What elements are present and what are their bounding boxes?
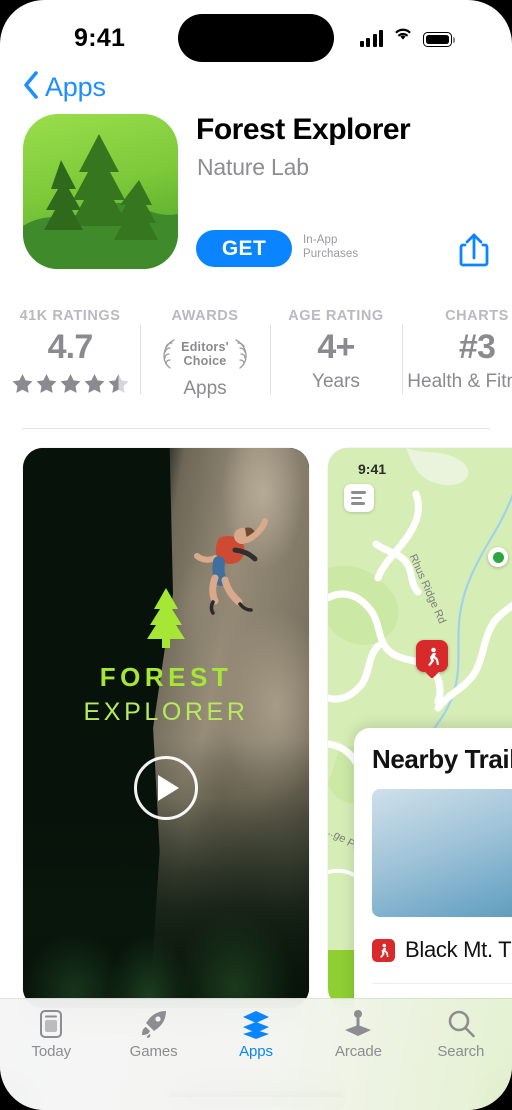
share-icon	[454, 233, 494, 274]
map-preview-card[interactable]: 9:41 Rhus Ridge Rd ...ge Pond Ln	[328, 448, 512, 1008]
play-triangle	[158, 775, 179, 801]
app-header: Forest Explorer Nature Lab GET In-App Pu…	[0, 110, 512, 280]
hiker-badge-icon	[372, 938, 395, 962]
tab-search[interactable]: Search	[410, 1009, 512, 1060]
hiker-pin-icon[interactable]	[416, 640, 448, 672]
tab-label: Today	[31, 1043, 71, 1060]
back-button-label: Apps	[45, 72, 106, 102]
rock-climber-figure	[185, 510, 271, 640]
magnifier-icon	[446, 1009, 476, 1039]
status-bar-indicators	[359, 25, 455, 47]
tab-label: Arcade	[334, 1043, 382, 1060]
tab-label: Games	[129, 1043, 178, 1060]
video-hero-background: FOREST EXPLORER	[23, 448, 309, 1008]
video-preview-card[interactable]: FOREST EXPLORER	[23, 448, 309, 1008]
stat-ratings[interactable]: 41K RATINGS 4.7	[0, 308, 140, 408]
editors-choice-line-2: Choice	[183, 354, 227, 368]
wifi-icon	[392, 25, 414, 47]
tab-apps[interactable]: Apps	[205, 1009, 307, 1060]
map-canvas[interactable]: 9:41 Rhus Ridge Rd ...ge Pond Ln	[328, 448, 512, 1008]
trail-row[interactable]: Black Mt. Trail Distance 7.6MI	[372, 917, 512, 984]
stat-charts[interactable]: CHARTS #3 Health & Fitness	[402, 308, 512, 408]
stat-label: AGE RATING	[288, 308, 384, 324]
iphone-screen: 9:41 Apps Forest Explorer Nature Lab GET…	[0, 0, 512, 1110]
section-divider	[22, 428, 490, 429]
editors-choice-line-1: Editors'	[181, 340, 229, 354]
stat-value: #3	[458, 328, 496, 366]
iap-line-1: In-App	[303, 234, 338, 246]
stat-sub: Apps	[183, 378, 227, 399]
joystick-icon	[343, 1009, 373, 1039]
stat-sub: Years	[312, 371, 360, 392]
tab-label: Apps	[239, 1043, 273, 1060]
forest-explorer-app-icon[interactable]	[23, 114, 178, 269]
app-stats-row: 41K RATINGS 4.7 AWARDS Editors' Choice A…	[0, 308, 512, 408]
stat-awards[interactable]: AWARDS Editors' Choice Apps	[140, 308, 270, 408]
stacked-layers-icon	[241, 1009, 271, 1039]
share-button[interactable]	[454, 228, 494, 270]
star-rating	[12, 374, 129, 394]
nearby-trails-sheet: Nearby Trails	[354, 728, 512, 1008]
editors-choice-badge: Editors' Choice	[160, 336, 250, 372]
nearby-trails-title: Nearby Trails	[372, 744, 512, 774]
stat-label: 41K RATINGS	[19, 308, 121, 324]
battery-icon	[423, 32, 455, 47]
stat-sub: Health & Fitness	[407, 371, 512, 392]
map-inner-status-time: 9:41	[358, 461, 387, 477]
status-bar-time: 9:41	[74, 24, 126, 52]
forest-treeline	[23, 798, 309, 1008]
tab-games[interactable]: Games	[102, 1009, 204, 1060]
app-developer: Nature Lab	[197, 154, 309, 180]
climber-silhouette-photo	[372, 789, 512, 917]
back-button[interactable]: Apps	[22, 70, 106, 105]
tab-bar: Today Games Apps Arcade Search	[0, 998, 512, 1110]
dynamic-island	[178, 14, 334, 62]
half-star-icon	[108, 374, 128, 393]
tab-today[interactable]: Today	[0, 1009, 102, 1060]
laurel-right-icon	[235, 339, 247, 369]
in-app-purchases-note: In-App Purchases	[303, 233, 358, 261]
stat-value: 4+	[317, 328, 355, 366]
laurel-left-icon	[163, 339, 175, 369]
trail-name: Black Mt. Trail	[405, 937, 512, 962]
stat-value: 4.7	[47, 328, 94, 366]
status-bar: 9:41	[0, 0, 512, 72]
iap-line-2: Purchases	[303, 248, 359, 260]
list-lines-icon[interactable]	[344, 484, 374, 512]
get-button[interactable]: GET	[196, 230, 292, 267]
green-location-dot-icon[interactable]	[488, 547, 508, 567]
stat-label: AWARDS	[171, 308, 239, 324]
tab-arcade[interactable]: Arcade	[307, 1009, 409, 1060]
rocket-icon	[139, 1009, 169, 1039]
tab-label: Search	[437, 1043, 485, 1060]
app-title: Forest Explorer	[196, 113, 411, 146]
today-card-icon	[36, 1009, 66, 1039]
stat-label: CHARTS	[445, 308, 509, 324]
play-button-icon[interactable]	[134, 756, 198, 820]
cellular-bars-icon	[359, 30, 383, 47]
stat-age-rating[interactable]: AGE RATING 4+ Years	[270, 308, 402, 408]
chevron-left-icon	[22, 70, 39, 105]
